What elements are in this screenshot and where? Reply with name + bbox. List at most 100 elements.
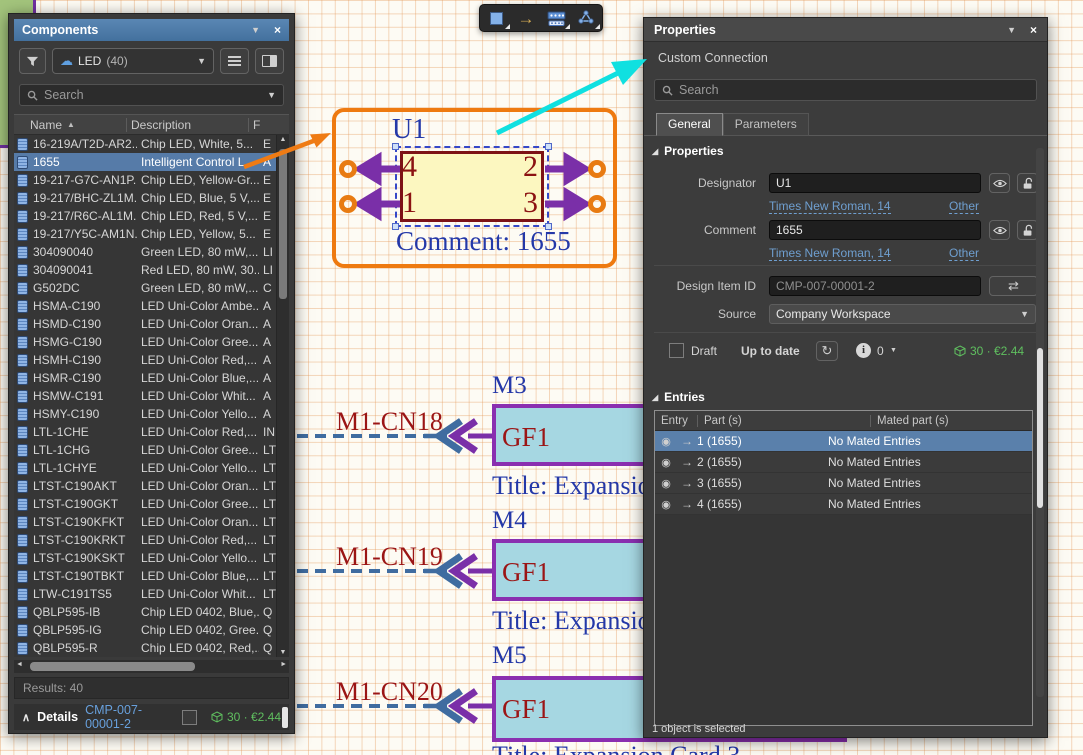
arrow-right-icon[interactable]: → <box>677 455 697 469</box>
component-row[interactable]: HSMD-C190 LED Uni-Color Oran... A <box>14 315 289 333</box>
selection-handle[interactable] <box>392 143 399 150</box>
u1-comment-text[interactable]: Comment: 1655 <box>396 226 571 257</box>
component-row[interactable]: QBLP595-IB Chip LED 0402, Blue,... Q <box>14 603 289 621</box>
component-row[interactable]: LTST-C190KFKT LED Uni-Color Oran... LT <box>14 513 289 531</box>
designator-font-link[interactable]: Times New Roman, 14 <box>769 199 891 214</box>
component-row[interactable]: 304090041 Red LED, 80 mW, 30... LI <box>14 261 289 279</box>
tab-parameters[interactable]: Parameters <box>723 113 809 136</box>
column-entry[interactable]: Entry <box>655 415 697 427</box>
category-dropdown[interactable]: ☁ LED (40) ▼ <box>52 48 214 74</box>
info-icon[interactable]: i <box>856 343 871 358</box>
sheet-label-m4[interactable]: M4 <box>492 507 527 535</box>
u1-pin-4[interactable]: 4 <box>402 152 417 182</box>
net-group-tool-button[interactable] <box>571 6 601 30</box>
scrollbar-thumb[interactable] <box>30 662 195 671</box>
arrow-right-icon[interactable]: → <box>677 497 697 511</box>
section-entries[interactable]: ◢ Entries <box>652 390 705 404</box>
component-row[interactable]: LTST-C190GKT LED Uni-Color Gree... LT <box>14 495 289 513</box>
component-row[interactable]: 19-217-G7C-AN1P... Chip LED, Yellow-Gr..… <box>14 171 289 189</box>
component-row[interactable]: LTW-C191TS5 LED Uni-Color Whit... LT <box>14 585 289 603</box>
component-row[interactable]: 1655 Intelligent Control L... A <box>14 153 289 171</box>
choose-item-button[interactable]: ⇄ <box>989 276 1038 296</box>
component-row[interactable]: LTST-C190TBKT LED Uni-Color Blue,... LT <box>14 567 289 585</box>
chevron-up-icon[interactable]: ∧ <box>22 711 30 724</box>
section-properties[interactable]: ◢ Properties <box>652 144 724 158</box>
filter-button[interactable] <box>19 48 46 74</box>
sheet-title-m3[interactable]: Title: Expansio <box>492 471 651 501</box>
column-part[interactable]: Part (s) <box>697 415 870 427</box>
u1-designator-text[interactable]: U1 <box>392 114 426 146</box>
sheet-port-gf1[interactable]: GF1 <box>502 557 550 588</box>
component-row[interactable]: LTL-1CHG LED Uni-Color Gree... LT <box>14 441 289 459</box>
component-row[interactable]: LTL-1CHYE LED Uni-Color Yello... LT <box>14 459 289 477</box>
arrow-right-icon[interactable]: → <box>677 476 697 490</box>
panel-resize-grip[interactable] <box>282 707 288 728</box>
panel-menu-icon[interactable]: ▼ <box>1007 25 1016 35</box>
eye-icon[interactable]: ◉ <box>655 477 677 490</box>
scroll-up-icon[interactable]: ▲ <box>277 136 289 143</box>
design-item-id-field[interactable]: CMP-007-00001-2 <box>769 276 981 296</box>
component-row[interactable]: HSMW-C191 LED Uni-Color Whit... A <box>14 387 289 405</box>
eye-icon[interactable]: ◉ <box>655 435 677 448</box>
sheet-port-gf1[interactable]: GF1 <box>502 694 550 725</box>
component-row[interactable]: QBLP595-R Chip LED 0402, Red,... Q <box>14 639 289 657</box>
component-row[interactable]: 19-217/Y5C-AM1N... Chip LED, Yellow, 5..… <box>14 225 289 243</box>
u1-pin-2[interactable]: 2 <box>523 152 538 182</box>
properties-search-input[interactable]: Search <box>654 79 1037 101</box>
component-row[interactable]: LTL-1CHE LED Uni-Color Red,... IN <box>14 423 289 441</box>
component-row[interactable]: HSMR-C190 LED Uni-Color Blue,... A <box>14 369 289 387</box>
component-row[interactable]: G502DC Green LED, 80 mW,... C <box>14 279 289 297</box>
panel-layout-button[interactable] <box>255 48 284 74</box>
connector-tool-button[interactable] <box>541 6 571 30</box>
comment-font-link[interactable]: Times New Roman, 14 <box>769 246 891 261</box>
net-label-m1-cn20[interactable]: M1-CN20 <box>336 677 443 707</box>
u1-pin-1[interactable]: 1 <box>402 188 417 218</box>
arrow-right-icon[interactable]: → <box>677 434 697 448</box>
components-search-input[interactable]: Search ▼ <box>19 84 284 106</box>
component-row[interactable]: LTST-C190KSKT LED Uni-Color Yello... LT <box>14 549 289 567</box>
scroll-down-icon[interactable]: ▼ <box>277 649 289 656</box>
column-name[interactable]: Name ▲ <box>14 118 126 132</box>
panel-menu-icon[interactable]: ▼ <box>251 25 260 35</box>
comment-lock-button[interactable] <box>1017 220 1038 240</box>
components-list[interactable]: 16-219A/T2D-AR2... Chip LED, White, 5...… <box>14 135 289 657</box>
u1-pin-3[interactable]: 3 <box>523 188 538 218</box>
designator-other-link[interactable]: Other <box>949 199 979 214</box>
scroll-right-icon[interactable]: ► <box>280 661 287 668</box>
column-footprint[interactable]: F <box>248 118 289 132</box>
designator-field[interactable]: U1 <box>769 173 981 193</box>
sheet-title-m4[interactable]: Title: Expansio <box>492 606 651 636</box>
designator-lock-button[interactable] <box>1017 173 1038 193</box>
net-label-m1-cn18[interactable]: M1-CN18 <box>336 407 443 437</box>
selection-handle[interactable] <box>545 143 552 150</box>
component-row[interactable]: LTST-C190KRKT LED Uni-Color Red,... LT <box>14 531 289 549</box>
place-arrow-tool-button[interactable]: → <box>511 6 541 30</box>
entry-row[interactable]: ◉ → 4 (1655) No Mated Entries <box>655 494 1032 515</box>
selection-handle[interactable] <box>545 223 552 230</box>
net-label-m1-cn19[interactable]: M1-CN19 <box>336 542 443 572</box>
component-row[interactable]: LTST-C190AKT LED Uni-Color Oran... LT <box>14 477 289 495</box>
chevron-down-icon[interactable]: ▼ <box>267 90 276 100</box>
components-vertical-scrollbar[interactable]: ▲ ▼ <box>276 135 289 657</box>
details-item-id[interactable]: CMP-007-00001-2 <box>85 703 175 731</box>
close-icon[interactable]: × <box>274 23 281 37</box>
refresh-button[interactable]: ↻ <box>816 341 838 361</box>
component-row[interactable]: HSMY-C190 LED Uni-Color Yello... A <box>14 405 289 423</box>
component-row[interactable]: 19-217/BHC-ZL1M... Chip LED, Blue, 5 V,.… <box>14 189 289 207</box>
component-row[interactable]: HSMG-C190 LED Uni-Color Gree... A <box>14 333 289 351</box>
column-mated-part[interactable]: Mated part (s) <box>870 415 1032 427</box>
close-icon[interactable]: × <box>1030 23 1037 37</box>
properties-scrollbar-thumb[interactable] <box>1037 348 1043 508</box>
chevron-down-icon[interactable]: ▼ <box>890 347 897 354</box>
component-row[interactable]: 16-219A/T2D-AR2... Chip LED, White, 5...… <box>14 135 289 153</box>
comment-other-link[interactable]: Other <box>949 246 979 261</box>
details-bar[interactable]: ∧ Details CMP-007-00001-2 30 · €2.44 <box>14 704 289 730</box>
details-checkbox[interactable] <box>182 710 197 725</box>
component-row[interactable]: HSMA-C190 LED Uni-Color Ambe... A <box>14 297 289 315</box>
entry-row[interactable]: ◉ → 2 (1655) No Mated Entries <box>655 452 1032 473</box>
eye-icon[interactable]: ◉ <box>655 456 677 469</box>
draft-checkbox[interactable] <box>669 343 684 358</box>
tab-general[interactable]: General <box>656 113 723 136</box>
selection-handle[interactable] <box>392 223 399 230</box>
source-dropdown[interactable]: Company Workspace ▼ <box>769 304 1036 324</box>
